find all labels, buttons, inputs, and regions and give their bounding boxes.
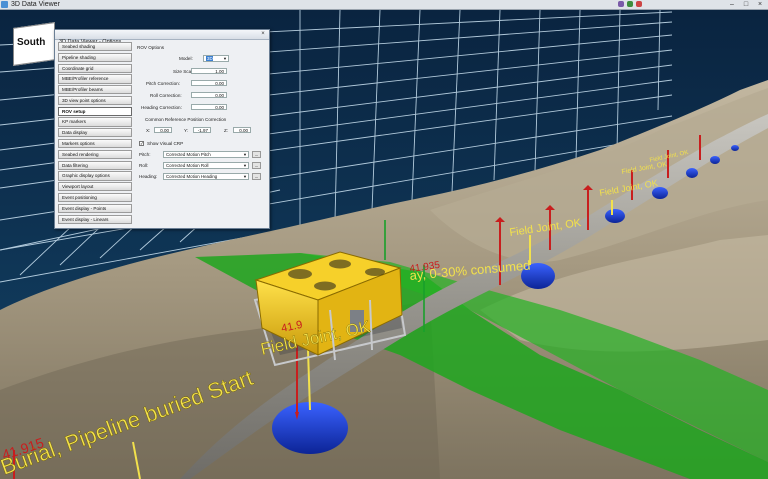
crp-correction-title: Common Reference Position Correction: [145, 117, 227, 122]
nav-event-display-points[interactable]: Event display - Points: [58, 203, 132, 213]
dialog-titlebar[interactable]: 3D Data Viewer - Options: [55, 30, 269, 45]
chevron-down-icon: ▼: [223, 56, 227, 61]
model-label: Model:: [179, 56, 193, 61]
window-title: 3D Data Viewer: [11, 1, 60, 8]
model-select[interactable]: 3D ▼: [203, 55, 229, 62]
roll-correction-input[interactable]: 0.00: [191, 92, 227, 98]
size-scale-input[interactable]: 1.00: [191, 68, 227, 74]
view-compass[interactable]: South: [13, 22, 57, 66]
field-joint-7: [731, 145, 739, 151]
nav-data-filtering[interactable]: Data filtering: [58, 160, 132, 170]
nav-data-display[interactable]: Data display: [58, 128, 132, 138]
maximize-button[interactable]: □: [740, 0, 752, 9]
nav-coordinate-grid[interactable]: Coordinate grid: [58, 63, 132, 73]
nav-seabed-rendering[interactable]: Seabed rendering: [58, 149, 132, 159]
field-joint-6: [710, 156, 720, 164]
nav-seabed-shading[interactable]: Seabed shading: [58, 42, 132, 52]
nav-markers-options[interactable]: Markers options: [58, 139, 132, 149]
nav-kp-markers[interactable]: KP markers: [58, 117, 132, 127]
nav-graphic-display-options[interactable]: Graphic display options: [58, 171, 132, 181]
pitch-correction-input[interactable]: 0.00: [191, 80, 227, 86]
chevron-down-icon: ▼: [243, 152, 247, 157]
nav-event-positioning[interactable]: Event positioning: [58, 192, 132, 203]
show-crp-label: Show Visual CRP: [147, 141, 184, 146]
nav-rov-setup[interactable]: ROV setup: [58, 106, 132, 116]
heading-correction-label: Heading Correction:: [141, 105, 182, 110]
field-joint-5: [686, 168, 698, 178]
chevron-down-icon: ▼: [243, 163, 247, 168]
heading-source-select[interactable]: Corrected Motion Heading ▼: [163, 173, 249, 180]
roll-source-value: Corrected Motion Roll: [166, 163, 209, 168]
nav-viewport-layout[interactable]: Viewport layout: [58, 182, 132, 192]
roll-label: Roll:: [139, 163, 149, 168]
model-select-value: 3D: [206, 56, 213, 61]
chevron-down-icon: ▼: [243, 174, 247, 179]
compass-label: South: [17, 37, 46, 48]
x-label: X:: [146, 128, 151, 133]
heading-source-value: Corrected Motion Heading: [166, 174, 218, 179]
tray-icon-2[interactable]: [627, 1, 633, 7]
roll-browse-button[interactable]: ...: [252, 162, 261, 169]
pitch-label: Pitch:: [139, 152, 151, 157]
options-nav: Seabed shading Pipeline shading Coordina…: [58, 42, 132, 225]
dialog-close-button[interactable]: ×: [259, 31, 267, 38]
pitch-browse-button[interactable]: ...: [252, 151, 261, 158]
nav-mbe-profiler-beams[interactable]: MBE/Profiler beams: [58, 85, 132, 95]
nav-mbe-profiler-reference[interactable]: MBE/Profiler reference: [58, 74, 132, 84]
nav-event-display-linears[interactable]: Event display - Linears: [58, 214, 132, 224]
nav-3d-view-point-options[interactable]: 3D view point options: [58, 95, 132, 106]
show-crp-checkbox[interactable]: ✓: [139, 141, 144, 146]
tray-icon-3[interactable]: [636, 1, 642, 7]
heading-browse-button[interactable]: ...: [252, 173, 261, 180]
crp-x-input[interactable]: 0.00: [154, 127, 172, 133]
crp-z-input[interactable]: 0.00: [233, 127, 251, 133]
y-label: Y:: [184, 128, 189, 133]
roll-source-select[interactable]: Corrected Motion Roll ▼: [163, 162, 249, 169]
field-joint-3: [605, 209, 625, 223]
options-dialog[interactable]: 3D Data Viewer - Options × Seabed shadin…: [54, 29, 270, 229]
rov-options-panel: ROV Options Model: 3D ▼ Size Scale: 1.00…: [137, 42, 265, 224]
field-joint-4: [652, 187, 668, 199]
heading-label: Heading:: [139, 174, 158, 179]
window-titlebar: 3D Data Viewer – □ ×: [0, 0, 768, 10]
z-label: Z:: [224, 128, 229, 133]
nav-pipeline-shading[interactable]: Pipeline shading: [58, 52, 132, 62]
rov-options-heading: ROV Options: [137, 45, 165, 50]
roll-correction-label: Roll Correction:: [150, 93, 182, 98]
heading-correction-input[interactable]: 0.00: [191, 104, 227, 110]
app-icon: [1, 1, 8, 8]
minimize-button[interactable]: –: [726, 0, 738, 9]
crp-y-input[interactable]: -1.97: [193, 127, 211, 133]
pitch-source-value: Corrected Motion Pitch: [166, 152, 211, 157]
close-button[interactable]: ×: [754, 0, 766, 9]
tray-icon-1[interactable]: [618, 1, 624, 7]
pitch-correction-label: Pitch Correction:: [146, 81, 180, 86]
pitch-source-select[interactable]: Corrected Motion Pitch ▼: [163, 151, 249, 158]
